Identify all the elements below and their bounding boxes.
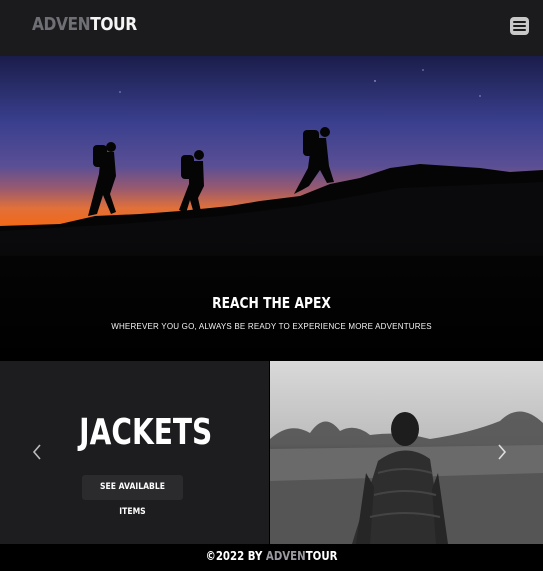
chevron-left-icon[interactable] bbox=[32, 443, 42, 461]
logo-part-adven: ADVEN bbox=[32, 14, 91, 35]
menu-line bbox=[513, 29, 526, 31]
page: ADVENTOUR REACH THE APEX WHEREVER YOU GO… bbox=[0, 0, 543, 571]
see-available-items-button[interactable]: SEE AVAILABLE ITEMS bbox=[82, 475, 183, 517]
hamburger-icon[interactable] bbox=[510, 17, 529, 35]
brand-logo[interactable]: ADVENTOUR bbox=[32, 14, 137, 35]
product-carousel: JACKETS SEE AVAILABLE ITEMS bbox=[0, 361, 543, 544]
menu-line bbox=[513, 25, 526, 27]
carousel-title: JACKETS bbox=[79, 412, 213, 453]
menu-line bbox=[513, 21, 526, 23]
hero-subtitle: WHEREVER YOU GO, ALWAYS BE READY TO EXPE… bbox=[111, 322, 432, 331]
footer: ©2022 BY ADVENTOUR bbox=[0, 544, 543, 571]
footer-brand-part-tour: TOUR bbox=[305, 549, 338, 563]
copyright-prefix: ©2022 BY bbox=[205, 549, 266, 563]
button-label: SEE AVAILABLE ITEMS bbox=[100, 482, 165, 517]
hero-image-hikers-at-dusk bbox=[0, 56, 543, 360]
hero-banner: REACH THE APEX WHEREVER YOU GO, ALWAYS B… bbox=[0, 56, 543, 360]
chevron-right-icon[interactable] bbox=[497, 443, 507, 461]
navbar: ADVENTOUR bbox=[0, 0, 543, 56]
hero-title: REACH THE APEX bbox=[212, 294, 331, 312]
logo-part-tour: TOUR bbox=[90, 14, 137, 35]
footer-brand-part-adven: ADVEN bbox=[265, 549, 306, 563]
footer-copyright: ©2022 BY ADVENTOUR bbox=[206, 544, 338, 568]
